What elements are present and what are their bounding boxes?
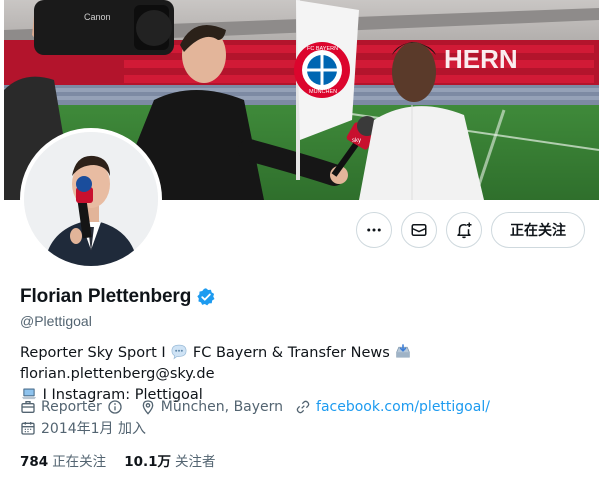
speech-balloon-icon <box>171 344 187 360</box>
display-name: Florian Plettenberg <box>20 286 192 307</box>
bio-email[interactable]: florian.plettenberg@sky.de <box>20 366 215 382</box>
briefcase-icon <box>21 401 35 413</box>
banner-camera-brand: Canon <box>84 12 111 22</box>
info-icon[interactable] <box>107 399 123 415</box>
followers-count: 10.1万 <box>124 454 171 470</box>
message-button[interactable] <box>401 212 437 248</box>
profile-header: Florian Plettenberg @Plettigoal <box>20 286 590 329</box>
meta-row-1: Reporter München, Bayern facebook.com/pl… <box>20 397 590 417</box>
inbox-tray-icon <box>396 344 411 358</box>
following-label: 正在关注 <box>52 454 107 470</box>
banner-mic-brand: sky <box>352 138 361 144</box>
followers-label: 关注者 <box>175 454 216 470</box>
link-icon <box>296 400 310 414</box>
avatar[interactable] <box>20 128 162 270</box>
joined-item: 2014年1月 加入 <box>20 418 146 438</box>
calendar-icon <box>21 422 35 435</box>
banner-flag-text-top: FC BAYERN <box>307 46 338 52</box>
bio-text-2: FC Bayern & Transfer News <box>188 345 395 361</box>
location-pin-icon <box>142 400 154 415</box>
followers-stat[interactable]: 10.1万 关注者 <box>124 450 215 470</box>
avatar-image <box>24 132 158 266</box>
location-item: München, Bayern <box>140 399 283 415</box>
envelope-icon <box>411 224 427 236</box>
verified-badge-icon[interactable] <box>196 287 216 307</box>
profile-actions: 正在关注 <box>356 212 585 248</box>
handle: @Plettigoal <box>20 313 92 329</box>
bell-plus-icon <box>457 222 472 239</box>
banner-flag-text-bottom: MÜNCHEN <box>309 88 337 95</box>
following-button[interactable]: 正在关注 <box>491 212 585 248</box>
follow-stats: 784 正在关注 10.1万 关注者 <box>20 450 216 470</box>
location-label: München, Bayern <box>160 399 284 415</box>
joined-label: 2014年1月 加入 <box>41 421 146 437</box>
more-button[interactable] <box>356 212 392 248</box>
notifications-button[interactable] <box>446 212 482 248</box>
more-horizontal-icon <box>367 228 381 232</box>
name-row: Florian Plettenberg <box>20 286 590 308</box>
following-stat[interactable]: 784 正在关注 <box>20 450 106 470</box>
category-label: Reporter <box>41 399 102 415</box>
banner-stand-letters: HERN <box>444 44 518 74</box>
bio-text-1: Reporter Sky Sport I <box>20 345 171 361</box>
category-item: Reporter <box>20 399 128 415</box>
website-link[interactable]: facebook.com/plettigoal/ <box>316 399 490 415</box>
following-count: 784 <box>20 454 49 470</box>
profile-meta: Reporter München, Bayern facebook.com/pl… <box>20 397 590 439</box>
website-item: facebook.com/plettigoal/ <box>295 399 490 415</box>
meta-row-2: 2014年1月 加入 <box>20 418 590 438</box>
